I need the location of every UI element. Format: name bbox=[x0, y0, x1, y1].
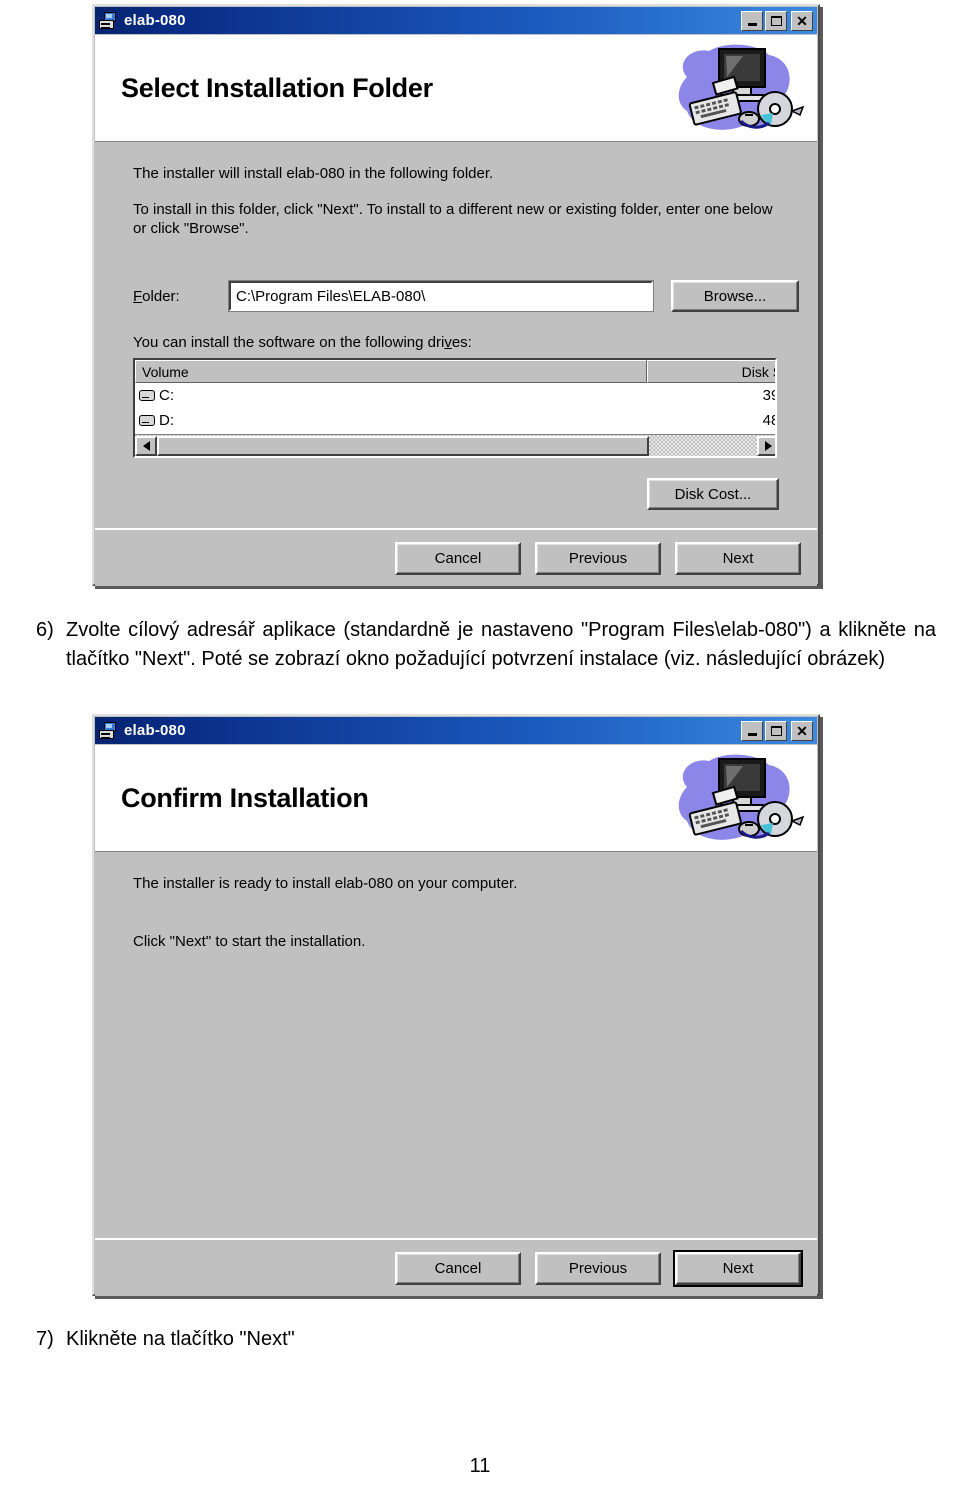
folder-label-rest: older: bbox=[142, 287, 180, 305]
previous-button[interactable]: Previous bbox=[535, 542, 661, 575]
titlebar: elab-080 ✕ bbox=[95, 7, 817, 34]
minimize-icon[interactable] bbox=[741, 720, 763, 741]
table-row[interactable]: D: 48GB bbox=[135, 408, 775, 433]
previous-button[interactable]: Previous bbox=[535, 1252, 661, 1285]
setup-package-icon bbox=[99, 11, 118, 30]
drive-volume-cell: C: bbox=[135, 387, 647, 404]
folder-path-input[interactable]: C:\Program Files\ELAB-080\ bbox=[228, 280, 654, 312]
cancel-button[interactable]: Cancel bbox=[395, 1252, 521, 1285]
window-title: elab-080 bbox=[124, 722, 186, 739]
browse-button[interactable]: Browse... bbox=[671, 280, 799, 312]
banner-heading: Select Installation Folder bbox=[121, 72, 433, 103]
column-header-volume[interactable]: Volume bbox=[135, 360, 647, 383]
install-folder-line2: To install in this folder, click "Next".… bbox=[133, 201, 773, 237]
banner: Select Installation Folder bbox=[95, 35, 817, 142]
drives-caption-pre: You can install the software on the foll… bbox=[133, 334, 445, 351]
drive-disk-size-cell: 39GB bbox=[762, 387, 775, 404]
dialog-body: The installer will install elab-080 in t… bbox=[95, 142, 817, 528]
drives-caption: You can install the software on the foll… bbox=[133, 334, 472, 351]
drive-disk-size-cell: 48GB bbox=[762, 412, 775, 429]
drives-caption-accel: v bbox=[444, 334, 452, 351]
dialog-body: The installer is ready to install elab-0… bbox=[95, 852, 817, 1238]
next-button[interactable]: Next bbox=[673, 1250, 803, 1287]
drives-caption-post: es: bbox=[451, 334, 472, 351]
dialog-footer: Cancel Previous Next bbox=[95, 1238, 817, 1296]
next-button[interactable]: Next bbox=[675, 542, 801, 575]
drive-volume-cell: D: bbox=[135, 412, 647, 429]
banner-heading: Confirm Installation bbox=[121, 782, 369, 813]
confirm-line1: The installer is ready to install elab-0… bbox=[133, 875, 518, 892]
drive-volume-label: C: bbox=[159, 387, 174, 404]
disk-cost-button[interactable]: Disk Cost... bbox=[647, 478, 779, 510]
page-number: 11 bbox=[469, 1455, 491, 1477]
close-icon[interactable]: ✕ bbox=[791, 720, 813, 741]
maximize-icon[interactable] bbox=[765, 10, 787, 31]
titlebar-buttons: ✕ bbox=[741, 10, 815, 31]
setup-package-icon bbox=[99, 721, 118, 740]
computer-cd-illustration bbox=[678, 44, 805, 130]
drive-icon bbox=[139, 415, 155, 426]
dialog-footer: Cancel Previous Next bbox=[95, 528, 817, 586]
folder-label-accel: F bbox=[133, 287, 143, 305]
maximize-icon[interactable] bbox=[765, 720, 787, 741]
folder-row: Folder: C:\Program Files\ELAB-080\ Brows… bbox=[133, 280, 799, 312]
document-page: elab-080 ✕ Select Installation Folder Th… bbox=[0, 0, 960, 1500]
drive-icon bbox=[139, 390, 155, 401]
cancel-button[interactable]: Cancel bbox=[395, 542, 521, 575]
banner: Confirm Installation bbox=[95, 745, 817, 852]
titlebar-buttons: ✕ bbox=[741, 720, 815, 741]
scroll-right-icon[interactable] bbox=[757, 435, 775, 456]
folder-label: Folder: bbox=[133, 288, 229, 305]
footer-button-group: Cancel Previous Next bbox=[395, 542, 801, 575]
step-6-paragraph: 6) Zvolte cílový adresář aplikace (stand… bbox=[36, 616, 936, 674]
window-title: elab-080 bbox=[124, 12, 186, 29]
drives-listview-header: Volume Disk Size Available bbox=[135, 360, 775, 383]
step-6-marker: 6) bbox=[36, 619, 54, 641]
scrollbar-track[interactable] bbox=[649, 436, 757, 456]
install-folder-line1: The installer will install elab-080 in t… bbox=[133, 165, 494, 182]
table-row[interactable]: C: 39GB bbox=[135, 383, 775, 408]
step-7-paragraph: 7) Klikněte na tlačítko "Next" bbox=[36, 1325, 936, 1354]
installer-window-select-folder: elab-080 ✕ Select Installation Folder Th… bbox=[92, 4, 820, 586]
drive-volume-label: D: bbox=[159, 412, 174, 429]
titlebar: elab-080 ✕ bbox=[95, 717, 817, 744]
installer-window-confirm: elab-080 ✕ Confirm Installation The inst… bbox=[92, 714, 820, 1296]
computer-cd-illustration bbox=[678, 754, 805, 840]
step-6-text: Zvolte cílový adresář aplikace (standard… bbox=[66, 619, 936, 670]
column-header-disk-size[interactable]: Disk Size bbox=[647, 360, 775, 383]
drives-listview[interactable]: Volume Disk Size Available C: 39GB bbox=[133, 358, 777, 458]
step-7-marker: 7) bbox=[36, 1328, 54, 1350]
footer-button-group: Cancel Previous Next bbox=[395, 1250, 803, 1287]
horizontal-scrollbar[interactable] bbox=[135, 434, 775, 456]
minimize-icon[interactable] bbox=[741, 10, 763, 31]
step-7-text: Klikněte na tlačítko "Next" bbox=[66, 1328, 295, 1350]
confirm-line2: Click "Next" to start the installation. bbox=[133, 933, 366, 950]
scroll-left-icon[interactable] bbox=[135, 435, 157, 456]
scrollbar-thumb[interactable] bbox=[157, 435, 649, 456]
close-icon[interactable]: ✕ bbox=[791, 10, 813, 31]
